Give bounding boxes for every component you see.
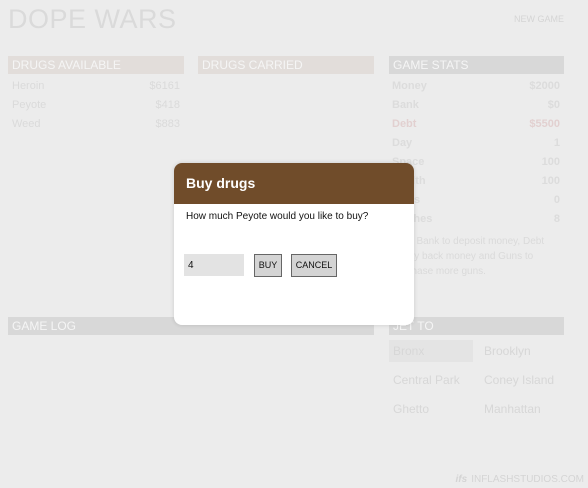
- buy-drugs-dialog: Buy drugs How much Peyote would you like…: [174, 163, 414, 325]
- cancel-button[interactable]: CANCEL: [291, 254, 337, 277]
- dialog-title: Buy drugs: [174, 163, 414, 204]
- buy-button[interactable]: BUY: [254, 254, 282, 277]
- dialog-message: How much Peyote would you like to buy?: [186, 211, 369, 222]
- quantity-input[interactable]: [184, 254, 244, 276]
